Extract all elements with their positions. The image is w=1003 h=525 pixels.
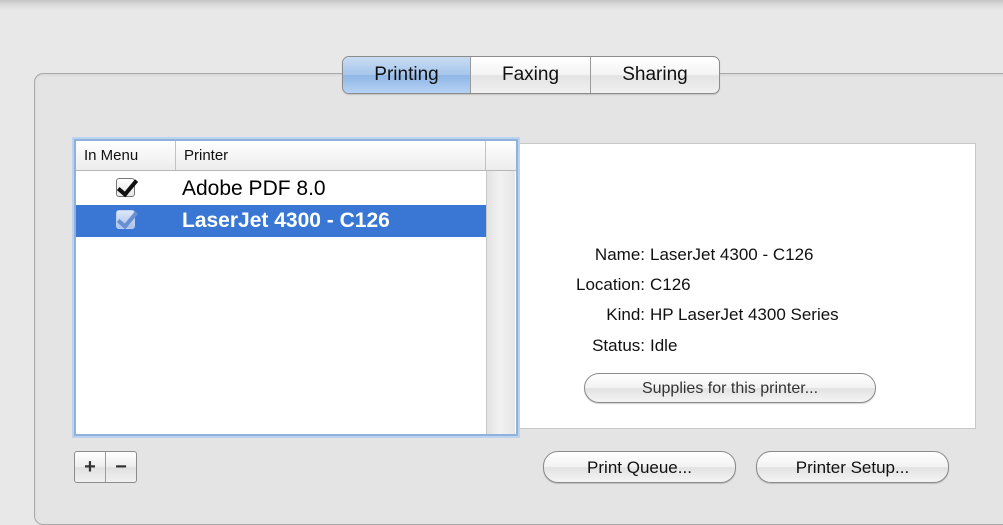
info-row-location: Location: C126 — [517, 270, 975, 300]
printer-setup-button[interactable]: Printer Setup... — [756, 451, 949, 483]
location-label: Location: — [576, 275, 645, 294]
printer-row-laserjet[interactable]: LaserJet 4300 - C126 — [76, 205, 486, 237]
column-header-printer[interactable]: Printer — [176, 141, 486, 170]
column-header-in-menu[interactable]: In Menu — [76, 141, 176, 170]
remove-printer-button[interactable]: − — [105, 452, 136, 482]
printer-row-adobe-pdf[interactable]: Adobe PDF 8.0 — [76, 173, 486, 205]
info-row-name: Name: LaserJet 4300 - C126 — [517, 240, 975, 270]
location-value: C126 — [650, 275, 691, 294]
name-value: LaserJet 4300 - C126 — [650, 245, 814, 264]
list-header: In Menu Printer — [76, 141, 516, 171]
status-label: Status: — [592, 336, 645, 355]
in-menu-checkbox[interactable] — [116, 178, 135, 197]
tab-sharing[interactable]: Sharing — [591, 57, 719, 93]
printer-name: LaserJet 4300 - C126 — [182, 209, 390, 232]
status-value: Idle — [650, 336, 678, 355]
list-scrollbar[interactable] — [486, 171, 515, 434]
printer-name: Adobe PDF 8.0 — [182, 177, 326, 200]
kind-label: Kind: — [606, 305, 645, 324]
tab-printing[interactable]: Printing — [343, 57, 471, 93]
info-row-kind: Kind: HP LaserJet 4300 Series — [517, 300, 975, 330]
tab-faxing[interactable]: Faxing — [471, 57, 591, 93]
window-top-edge — [0, 0, 1003, 10]
in-menu-checkbox[interactable] — [116, 210, 135, 229]
tab-bar: Printing Faxing Sharing — [342, 56, 720, 94]
name-label: Name: — [594, 245, 645, 264]
printer-info-panel: Name: LaserJet 4300 - C126 Location: C12… — [516, 143, 976, 429]
supplies-button[interactable]: Supplies for this printer... — [584, 373, 876, 403]
add-printer-button[interactable]: + — [75, 452, 105, 482]
kind-value: HP LaserJet 4300 Series — [650, 305, 839, 324]
printer-list[interactable]: In Menu Printer Adobe PDF 8.0 LaserJet 4… — [74, 139, 518, 436]
column-header-extra — [486, 141, 514, 170]
info-row-status: Status: Idle — [517, 331, 975, 361]
add-remove-control: + − — [74, 451, 137, 483]
print-queue-button[interactable]: Print Queue... — [543, 451, 736, 483]
